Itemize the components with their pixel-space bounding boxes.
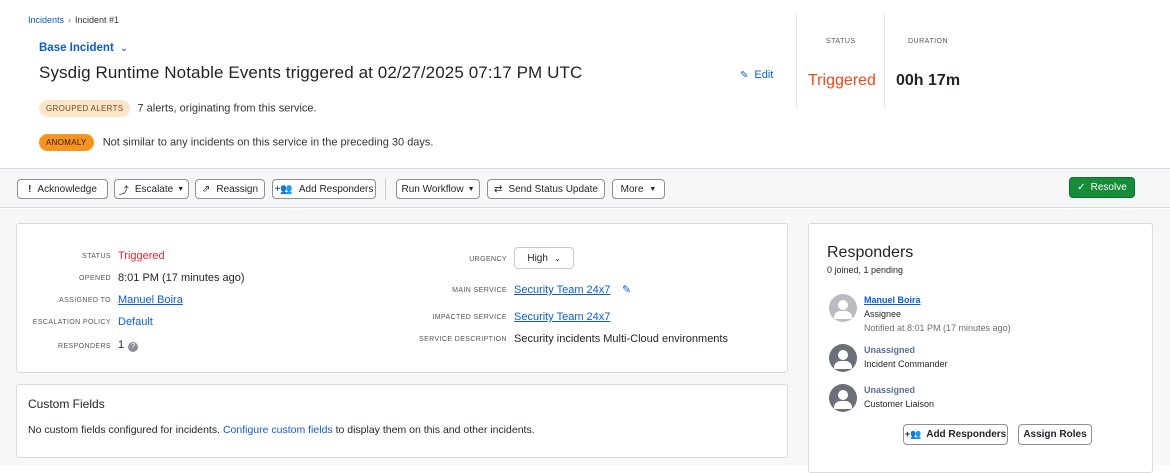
add-user-icon: +👥 xyxy=(904,429,922,439)
custom-fields-text-after: to display them on this and other incide… xyxy=(335,424,535,436)
responder-role: Customer Liaison xyxy=(864,399,935,409)
status-label: STATUS xyxy=(82,253,111,260)
urgency-label: URGENCY xyxy=(469,256,507,263)
status-value: Triggered xyxy=(118,250,165,262)
base-incident-label: Base Incident xyxy=(39,42,114,54)
run-workflow-button[interactable]: Run Workflow ▼ xyxy=(396,179,480,199)
header-status-label: STATUS xyxy=(826,38,856,45)
custom-fields-card xyxy=(16,384,788,458)
header-duration-value: 00h 17m xyxy=(896,72,961,89)
assign-roles-label: Assign Roles xyxy=(1023,429,1087,440)
header-duration-label: DURATION xyxy=(908,38,949,45)
run-workflow-label: Run Workflow xyxy=(401,183,464,195)
responders-add-label: Add Responders xyxy=(926,429,1007,440)
urgency-value: High xyxy=(527,252,548,264)
escalation-policy-label: ESCALATION POLICY xyxy=(32,319,111,326)
header-divider xyxy=(796,13,797,109)
responder-role: Incident Commander xyxy=(864,359,948,369)
chevron-down-icon: ⌄ xyxy=(119,43,129,54)
responders-add-button[interactable]: +👥 Add Responders xyxy=(903,424,1008,445)
responders-label: RESPONDERS xyxy=(57,343,111,350)
main-service-label: MAIN SERVICE xyxy=(452,287,507,294)
opened-label: OPENED xyxy=(79,275,111,282)
caret-down-icon: ▼ xyxy=(467,185,475,193)
grouped-alerts-row: GROUPED ALERTS 7 alerts, originating fro… xyxy=(39,100,317,117)
impacted-service-label: IMPACTED SERVICE xyxy=(432,314,507,321)
responder-role: Assignee xyxy=(864,309,902,319)
header-status-value: Triggered xyxy=(808,72,876,89)
responder-notified: Notified at 8:01 PM (17 minutes ago) xyxy=(864,323,1011,333)
anomaly-badge: ANOMALY xyxy=(39,134,94,151)
responders-count: 1? xyxy=(118,339,139,352)
help-icon[interactable]: ? xyxy=(128,342,139,352)
assign-roles-button[interactable]: Assign Roles xyxy=(1018,424,1092,445)
anomaly-row: ANOMALY Not similar to any incidents on … xyxy=(39,134,433,151)
opened-value: 8:01 PM (17 minutes ago) xyxy=(118,272,245,284)
escalate-icon: ⤴ xyxy=(118,185,129,197)
breadcrumb-separator: › xyxy=(68,15,72,25)
escalation-policy-link[interactable]: Default xyxy=(118,316,153,328)
exclamation-icon: ! xyxy=(28,183,32,195)
assigned-to-link[interactable]: Manuel Boira xyxy=(118,294,183,306)
more-label: More xyxy=(620,183,644,195)
avatar xyxy=(829,384,857,412)
grouped-alerts-badge: GROUPED ALERTS xyxy=(39,100,131,117)
base-incident-dropdown[interactable]: Base Incident ⌄ xyxy=(39,42,128,54)
caret-down-icon: ▼ xyxy=(177,185,185,193)
anomaly-text: Not similar to any incidents on this ser… xyxy=(102,136,434,149)
breadcrumb: Incidents › Incident #1 xyxy=(28,15,119,25)
add-responders-label: Add Responders xyxy=(298,183,374,195)
responder-name: Unassigned xyxy=(864,345,916,355)
escalate-button[interactable]: ⤴ Escalate ▼ xyxy=(114,179,189,199)
custom-fields-title: Custom Fields xyxy=(28,397,105,411)
main-service-link[interactable]: Security Team 24x7 xyxy=(514,284,610,296)
configure-custom-fields-link[interactable]: Configure custom fields xyxy=(223,424,333,436)
acknowledge-button[interactable]: ! Acknowledge xyxy=(17,179,108,199)
avatar xyxy=(829,344,857,372)
toolbar-divider xyxy=(385,178,386,200)
breadcrumb-current: Incident #1 xyxy=(75,15,120,25)
broadcast-icon: ⇄ xyxy=(494,183,503,195)
edit-title-button[interactable]: ✎ Edit xyxy=(740,69,773,81)
caret-down-icon: ▼ xyxy=(649,185,657,193)
custom-fields-text: No custom fields configured for incident… xyxy=(28,424,535,436)
more-button[interactable]: More ▼ xyxy=(612,179,665,199)
assigned-to-label: ASSIGNED TO xyxy=(59,297,111,304)
responder-name: Unassigned xyxy=(864,385,916,395)
pencil-icon: ✎ xyxy=(740,70,749,81)
responders-summary: 0 joined, 1 pending xyxy=(827,265,904,275)
pencil-icon[interactable]: ✎ xyxy=(622,283,631,296)
reassign-button[interactable]: ⇗ Reassign xyxy=(195,179,265,199)
avatar xyxy=(829,294,857,322)
acknowledge-label: Acknowledge xyxy=(37,183,97,195)
page-title: Sysdig Runtime Notable Events triggered … xyxy=(39,63,583,82)
send-status-update-button[interactable]: ⇄ Send Status Update xyxy=(487,179,605,199)
resolve-button[interactable]: ✓ Resolve xyxy=(1069,177,1135,198)
incident-header: Incidents › Incident #1 Base Incident ⌄ Sys… xyxy=(0,0,1170,168)
escalate-label: Escalate xyxy=(134,183,174,195)
header-divider xyxy=(884,13,885,109)
send-status-update-label: Send Status Update xyxy=(508,183,598,195)
grouped-alerts-text: 7 alerts, originating from this service. xyxy=(137,102,317,115)
urgency-dropdown[interactable]: High ⌄ xyxy=(514,247,574,269)
edit-label: Edit xyxy=(754,69,774,81)
responder-name-link[interactable]: Manuel Boira xyxy=(864,295,921,305)
responders-count-value: 1 xyxy=(118,339,125,351)
reassign-icon: ⇗ xyxy=(201,183,211,195)
service-description-value: Security incidents Multi-Cloud environme… xyxy=(514,333,728,345)
checkmark-icon: ✓ xyxy=(1077,182,1086,193)
impacted-service-link[interactable]: Security Team 24x7 xyxy=(514,311,610,323)
breadcrumb-incidents-link[interactable]: Incidents xyxy=(28,15,64,25)
reassign-label: Reassign xyxy=(216,183,259,195)
incident-toolbar: ! Acknowledge ⤴ Escalate ▼ ⇗ Reassign +👥 Add … xyxy=(0,168,1170,208)
custom-fields-text-before: No custom fields configured for incident… xyxy=(28,424,221,436)
resolve-label: Resolve xyxy=(1090,182,1127,193)
chevron-down-icon: ⌄ xyxy=(553,253,561,263)
add-user-icon: +👥 xyxy=(274,183,293,195)
service-description-label: SERVICE DESCRIPTION xyxy=(419,336,507,343)
responders-title: Responders xyxy=(827,244,914,261)
add-responders-button[interactable]: +👥 Add Responders xyxy=(272,179,376,199)
